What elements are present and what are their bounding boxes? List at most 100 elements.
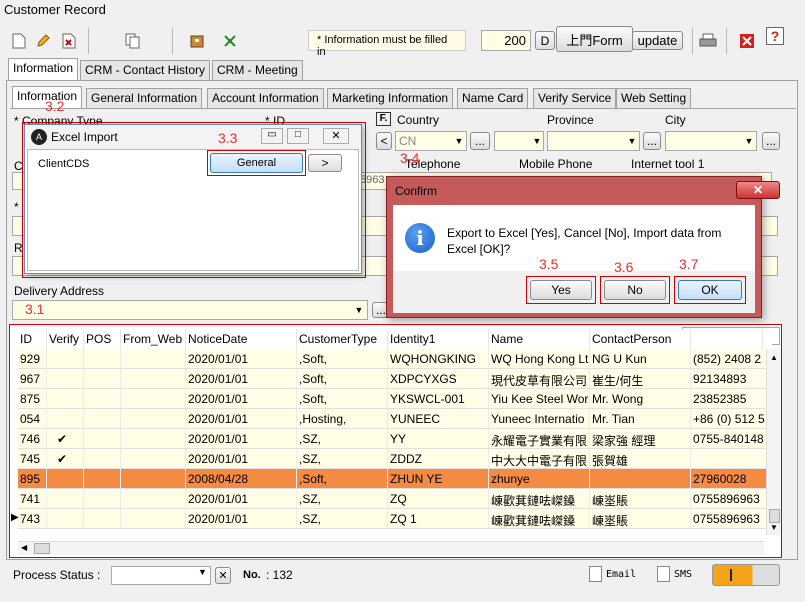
status-bar: Process Status : ▼ ✕ No. : 132 Email SMS xyxy=(0,562,805,590)
chevron-down-icon[interactable]: ▼ xyxy=(530,132,544,150)
col-verify-header[interactable]: Verify xyxy=(47,329,84,349)
no-button[interactable]: No xyxy=(604,280,666,300)
network-icon[interactable] xyxy=(219,30,241,52)
process-status-select[interactable] xyxy=(111,566,211,585)
copy-icon[interactable] xyxy=(122,30,144,52)
subtab-marketing-information[interactable]: Marketing Information xyxy=(327,88,454,108)
annotation-3-7: 3.7 xyxy=(679,256,699,272)
confirm-message: Export to Excel [Yes], Cancel [No], Impo… xyxy=(447,226,722,256)
d-button[interactable]: D xyxy=(535,31,555,50)
col-name-header[interactable]: Name xyxy=(489,329,590,349)
country-label: Country xyxy=(397,113,440,127)
col-customertype-header[interactable]: CustomerType xyxy=(297,329,388,349)
chevron-down-icon[interactable]: ▼ xyxy=(198,567,207,577)
city-lookup-button[interactable]: ... xyxy=(762,132,780,150)
table-row[interactable]: 875 2020/01/01 ,Soft, YKSWCL-001 Yiu Kee Ste… xyxy=(18,389,772,409)
province-lookup-button[interactable]: ... xyxy=(643,132,661,150)
sms-label[interactable]: SMS xyxy=(674,569,692,580)
email-document-icon[interactable] xyxy=(589,566,602,582)
province-label: Province xyxy=(547,113,594,127)
app-logo-icon: A xyxy=(31,129,47,145)
required-fields-note: * Information must be filled in xyxy=(308,30,466,58)
table-row[interactable]: 967 2020/01/01 ,Soft, XDPCYXGS 現代皮草有限公司 崔生/何生… xyxy=(18,369,772,389)
close-icon[interactable]: ✕ xyxy=(323,128,349,144)
record-count: : 132 xyxy=(266,568,293,582)
tab-information[interactable]: Information xyxy=(8,58,79,81)
toggle-switch[interactable] xyxy=(712,564,780,586)
col-noticedate-header[interactable]: NoticeDate xyxy=(186,329,297,349)
toolbar: * Information must be filled in 200 D 上門… xyxy=(0,24,805,58)
subtab-account-information[interactable]: Account Information xyxy=(207,88,324,108)
chevron-down-icon[interactable]: ▼ xyxy=(352,301,366,319)
general-button[interactable]: General xyxy=(210,153,303,173)
col-pos-header[interactable]: POS xyxy=(84,329,121,349)
delivery-address-select[interactable] xyxy=(12,300,368,320)
excel-item-label: ClientCDS xyxy=(38,158,90,170)
records-grid: 21 ID Verify POS From_Web NoticeDate Cus… xyxy=(9,324,782,558)
annotation-3-5: 3.5 xyxy=(539,256,559,272)
col-contactperson-header[interactable]: ContactPerson xyxy=(590,329,691,349)
info-icon: i xyxy=(405,223,435,253)
yes-button[interactable]: Yes xyxy=(530,280,592,300)
col-fromweb-header[interactable]: From_Web xyxy=(121,329,186,349)
prev-arrow-button[interactable]: < xyxy=(376,132,392,150)
chevron-down-icon[interactable]: ▼ xyxy=(625,132,639,150)
clear-status-button[interactable]: ✕ xyxy=(215,567,231,584)
help-icon[interactable]: ? xyxy=(766,27,784,45)
annotation-3-6: 3.6 xyxy=(614,259,634,275)
chevron-down-icon[interactable]: ▼ xyxy=(742,132,756,150)
col-identity-header[interactable]: Identity1 xyxy=(388,329,489,349)
table-row[interactable]: 741 2020/01/01 ,SZ, ZQ 崠歡萁鏈呿嵥鎟 崠埊賬 0755896963 xyxy=(18,489,772,509)
chevron-down-icon[interactable]: ▼ xyxy=(452,132,466,150)
excel-dialog-title: Excel Import xyxy=(51,130,118,144)
close-record-icon[interactable] xyxy=(736,30,758,52)
table-row[interactable]: 054 2020/01/01 ,Hosting, YUNEEC Yuneec Inter… xyxy=(18,409,772,429)
excel-import-dialog: A Excel Import ▭ □ ✕ ClientCDS xyxy=(24,124,362,274)
table-row[interactable]: 743 2020/01/01 ,SZ, ZQ 1 崠歡萁鏈呿嵥鎟 崠埊賬 075589696… xyxy=(18,509,772,529)
table-row[interactable]: 929 2020/01/01 ,Soft, WQHONGKING WQ Hong Kon… xyxy=(18,349,772,369)
update-button[interactable]: update xyxy=(632,31,683,50)
upload-form-button[interactable]: 上門Form xyxy=(556,26,633,52)
subtab-verify-service[interactable]: Verify Service xyxy=(533,88,617,108)
tab-crm-meeting[interactable]: CRM - Meeting xyxy=(212,60,303,80)
page-size-input[interactable]: 200 xyxy=(481,30,531,51)
table-row[interactable]: 745 ✔ 2020/01/01 ,SZ, ZDDZ 中大大中電子有限 張賀雄 xyxy=(18,449,772,469)
delete-document-icon[interactable] xyxy=(58,30,80,52)
ok-button[interactable]: OK xyxy=(678,280,742,300)
mobile-phone-label: Mobile Phone xyxy=(519,157,593,171)
subtab-web-setting[interactable]: Web Setting xyxy=(616,88,692,108)
col-id-header[interactable]: ID xyxy=(18,329,47,349)
subtab-general-information[interactable]: General Information xyxy=(86,88,203,108)
horizontal-scrollbar[interactable]: ◀ xyxy=(18,541,764,555)
tab-crm-contact-history[interactable]: CRM - Contact History xyxy=(80,60,211,80)
vertical-scrollbar[interactable]: ▲ ▼ xyxy=(766,349,781,535)
maximize-icon[interactable]: □ xyxy=(287,128,309,144)
record-number-label: No. xyxy=(243,569,261,581)
city-label: City xyxy=(665,113,686,127)
grid-body: 929 2020/01/01 ,Soft, WQHONGKING WQ Hong Kon… xyxy=(18,349,772,531)
archive-box-icon[interactable] xyxy=(186,30,208,52)
confirm-title: Confirm xyxy=(395,184,438,198)
subtab-name-card[interactable]: Name Card xyxy=(457,88,529,108)
sms-document-icon[interactable] xyxy=(657,566,670,582)
confirm-close-icon[interactable]: ✕ xyxy=(736,181,780,199)
table-row-selected[interactable]: 895 2008/04/28 ,Soft, ZHUN YE zhunye 27960028 xyxy=(18,469,772,489)
minimize-icon[interactable]: ▭ xyxy=(261,128,283,144)
annotation-3-2: 3.2 xyxy=(45,98,65,114)
email-label[interactable]: Email xyxy=(606,569,636,580)
internet-tool-label: Internet tool 1 xyxy=(631,157,705,171)
annotation-3-3: 3.3 xyxy=(218,130,238,146)
print-icon[interactable] xyxy=(697,30,719,52)
process-status-label: Process Status : xyxy=(13,568,101,582)
row-pointer-icon: ▶ xyxy=(11,512,19,523)
next-button[interactable]: > xyxy=(308,154,342,172)
excel-dialog-titlebar: A Excel Import ▭ □ ✕ xyxy=(25,125,361,149)
annotation-3-4: 3.4 xyxy=(400,150,420,166)
new-document-icon[interactable] xyxy=(8,30,30,52)
edit-pencil-icon[interactable] xyxy=(32,30,54,52)
table-row[interactable]: 746 ✔ 2020/01/01 ,SZ, YY 永耀電子實業有限 梁家強 經理 0755-8… xyxy=(18,429,772,449)
country-lookup-button[interactable]: ... xyxy=(470,132,490,150)
window-title: Customer Record xyxy=(0,0,805,22)
col-telephone-header[interactable] xyxy=(691,329,763,349)
annotation-3-1: 3.1 xyxy=(25,301,45,317)
